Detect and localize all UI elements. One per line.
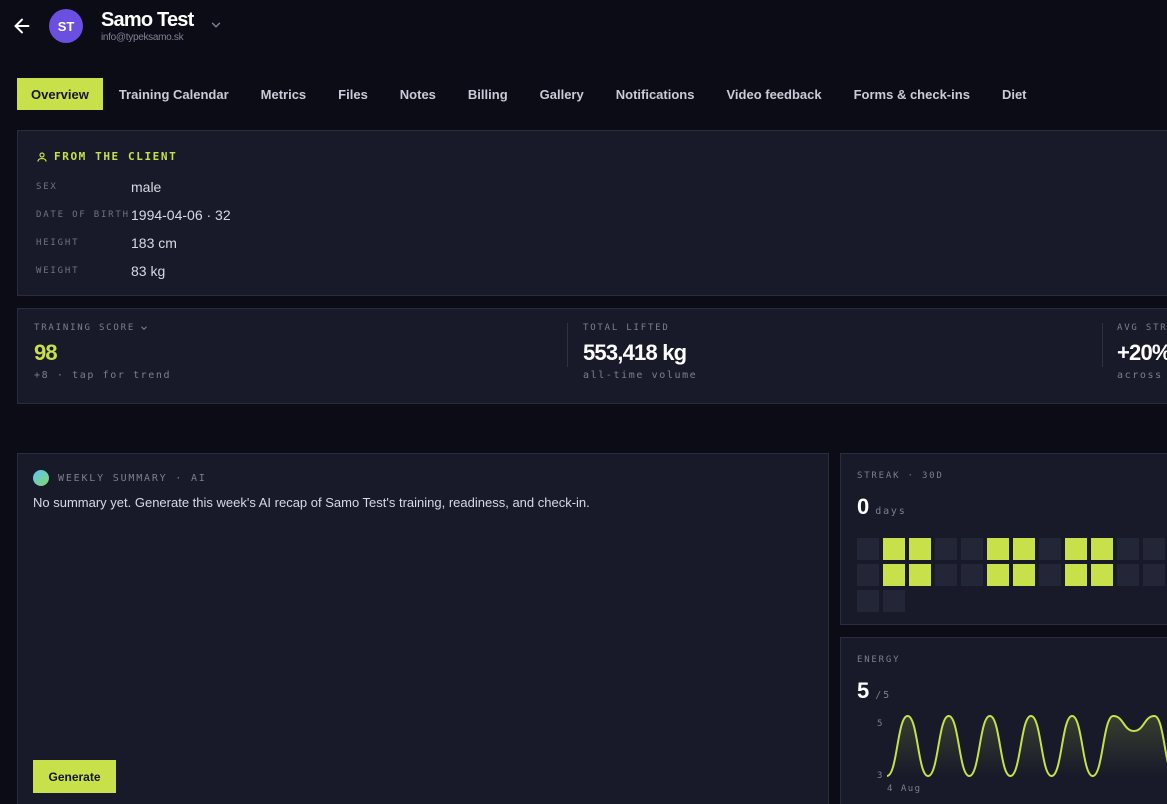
streak-day-cell	[1091, 538, 1113, 560]
streak-day-cell	[1117, 538, 1139, 560]
chevron-down-icon[interactable]	[209, 18, 223, 32]
streak-day-cell	[909, 538, 931, 560]
training-score-label: TRAINING SCORE	[34, 323, 171, 333]
streak-value-group: 0 days	[857, 494, 907, 520]
field-sex: SEX male	[36, 179, 161, 195]
tab-notifications[interactable]: Notifications	[600, 78, 711, 110]
streak-day-cell	[961, 538, 983, 560]
chevron-down-icon	[141, 326, 147, 331]
field-weight: WEIGHT 83 kg	[36, 263, 165, 279]
generate-button[interactable]: Generate	[33, 760, 116, 793]
client-info-panel: FROM THE CLIENT SEX male DATE OF BIRTH 1…	[17, 130, 1167, 296]
energy-max: /5	[875, 690, 891, 701]
streak-day-cell	[883, 538, 905, 560]
streak-day-cell	[883, 590, 905, 612]
avg-strength-label: AVG STRE	[1117, 323, 1167, 333]
training-score-label-text: TRAINING SCORE	[34, 323, 136, 333]
energy-panel: ENERGY 5 /5 5 3 4 Aug	[840, 637, 1167, 804]
streak-day-cell	[857, 590, 879, 612]
field-value: 183 cm	[131, 235, 177, 251]
client-info-header: FROM THE CLIENT	[36, 150, 177, 163]
avg-strength-value: +20%	[1117, 340, 1167, 365]
stats-panel: TRAINING SCORE 98 +8 · tap for trend TOT…	[17, 308, 1167, 404]
streak-day-cell	[1143, 538, 1165, 560]
streak-grid	[857, 538, 1165, 612]
back-button[interactable]	[8, 12, 36, 40]
training-score-sub: +8 · tap for trend	[34, 370, 172, 381]
streak-day-cell	[987, 564, 1009, 586]
total-lifted-stat: TOTAL LIFTED 553,418 kg all-time volume	[583, 323, 697, 381]
weekly-summary-header: WEEKLY SUMMARY · AI	[33, 470, 207, 486]
energy-value-group: 5 /5	[857, 678, 891, 704]
streak-label: STREAK · 30D	[857, 471, 944, 481]
weekly-summary-text: No summary yet. Generate this week's AI …	[33, 495, 590, 510]
client-name[interactable]: Samo Test	[101, 9, 194, 32]
tab-billing[interactable]: Billing	[452, 78, 524, 110]
field-height: HEIGHT 183 cm	[36, 235, 177, 251]
field-value: male	[131, 179, 162, 195]
energy-chart: 5 3 4 Aug	[877, 714, 1167, 794]
streak-day-cell	[857, 538, 879, 560]
field-value: 83 kg	[131, 263, 166, 279]
streak-day-cell	[1065, 538, 1087, 560]
arrow-left-icon	[14, 18, 30, 34]
streak-day-cell	[1013, 564, 1035, 586]
tab-notes[interactable]: Notes	[384, 78, 452, 110]
streak-day-cell	[909, 564, 931, 586]
tab-gallery[interactable]: Gallery	[524, 78, 600, 110]
streak-day-cell	[1013, 538, 1035, 560]
streak-unit: days	[875, 506, 907, 517]
client-email: info@typeksamo.sk	[101, 32, 184, 43]
tab-diet[interactable]: Diet	[986, 78, 1043, 110]
total-lifted-label: TOTAL LIFTED	[583, 323, 670, 333]
energy-label: ENERGY	[857, 655, 901, 665]
streak-day-cell	[935, 538, 957, 560]
total-lifted-value: 553,418 kg	[583, 340, 687, 365]
streak-day-cell	[1091, 564, 1113, 586]
user-icon	[37, 151, 47, 162]
field-date-of-birth: DATE OF BIRTH 1994-04-06 · 32	[36, 207, 231, 223]
field-label: DATE OF BIRTH	[36, 210, 130, 220]
tab-metrics[interactable]: Metrics	[245, 78, 323, 110]
training-score-stat[interactable]: TRAINING SCORE 98 +8 · tap for trend	[34, 323, 171, 381]
avg-strength-stat: AVG STRE +20% across	[1117, 323, 1167, 381]
streak-day-cell	[1039, 538, 1061, 560]
streak-day-cell	[935, 564, 957, 586]
streak-day-cell	[987, 538, 1009, 560]
streak-value: 0	[857, 494, 870, 519]
weekly-summary-panel: WEEKLY SUMMARY · AI No summary yet. Gene…	[17, 453, 829, 804]
ai-orb-icon	[33, 470, 49, 486]
x-tick-label: 4 Aug	[887, 784, 922, 794]
weekly-summary-label: WEEKLY SUMMARY · AI	[58, 472, 207, 484]
streak-day-cell	[1039, 564, 1061, 586]
avatar[interactable]: ST	[49, 9, 83, 43]
streak-day-cell	[1143, 564, 1165, 586]
tab-training-calendar[interactable]: Training Calendar	[103, 78, 245, 110]
training-score-value: 98	[34, 340, 58, 365]
field-value: 1994-04-06 · 32	[131, 207, 231, 223]
streak-day-cell	[1065, 564, 1087, 586]
y-tick-label: 5	[877, 719, 882, 729]
streak-day-cell	[961, 564, 983, 586]
tab-bar: Overview Training Calendar Metrics Files…	[17, 78, 1043, 110]
field-label: WEIGHT	[36, 266, 80, 276]
divider	[567, 323, 568, 367]
divider	[1102, 323, 1103, 367]
avg-strength-sub: across	[1117, 370, 1163, 381]
total-lifted-sub: all-time volume	[583, 370, 698, 381]
field-label: HEIGHT	[36, 238, 80, 248]
streak-panel: STREAK · 30D 0 days	[840, 453, 1167, 625]
tab-video-feedback[interactable]: Video feedback	[710, 78, 837, 110]
tab-files[interactable]: Files	[322, 78, 384, 110]
tab-forms-checkins[interactable]: Forms & check-ins	[838, 78, 986, 110]
streak-day-cell	[1117, 564, 1139, 586]
y-tick-label: 3	[877, 771, 882, 781]
energy-value: 5	[857, 678, 870, 703]
client-info-title: FROM THE CLIENT	[54, 150, 178, 163]
field-label: SEX	[36, 182, 58, 192]
streak-day-cell	[883, 564, 905, 586]
streak-day-cell	[857, 564, 879, 586]
tab-overview[interactable]: Overview	[17, 78, 103, 110]
